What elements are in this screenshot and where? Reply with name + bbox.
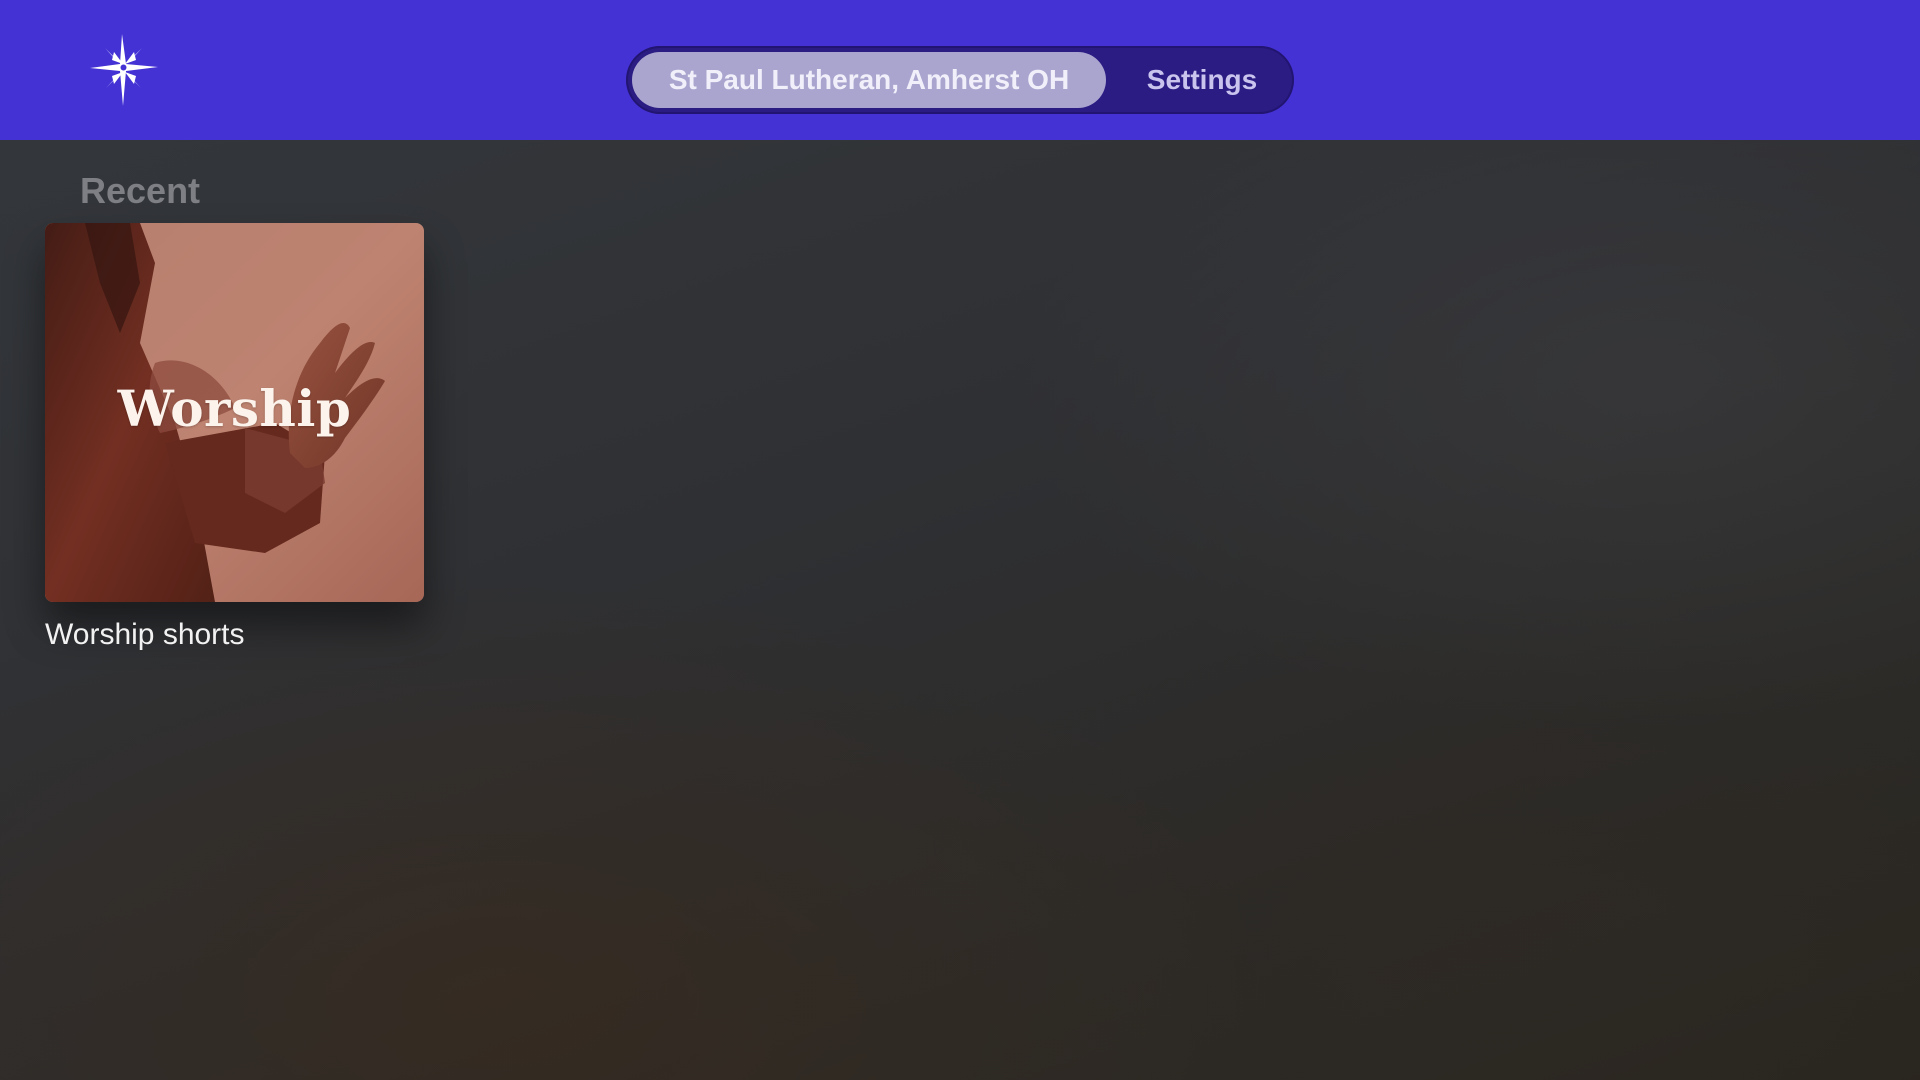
star-cross-logo-icon [90, 34, 158, 106]
artwork-title-text: Worship [117, 379, 352, 438]
recent-section-title: Recent [80, 170, 201, 211]
worship-shorts-tile[interactable]: Worship [45, 223, 424, 602]
tab-settings[interactable]: Settings [1116, 52, 1288, 108]
worship-shorts-caption: Worship shorts [45, 618, 245, 651]
tab-st-paul-lutheran[interactable]: St Paul Lutheran, Amherst OH [632, 52, 1106, 108]
top-bar: St Paul Lutheran, Amherst OH Settings [0, 0, 1920, 140]
nav-tab-bar: St Paul Lutheran, Amherst OH Settings [626, 46, 1294, 114]
